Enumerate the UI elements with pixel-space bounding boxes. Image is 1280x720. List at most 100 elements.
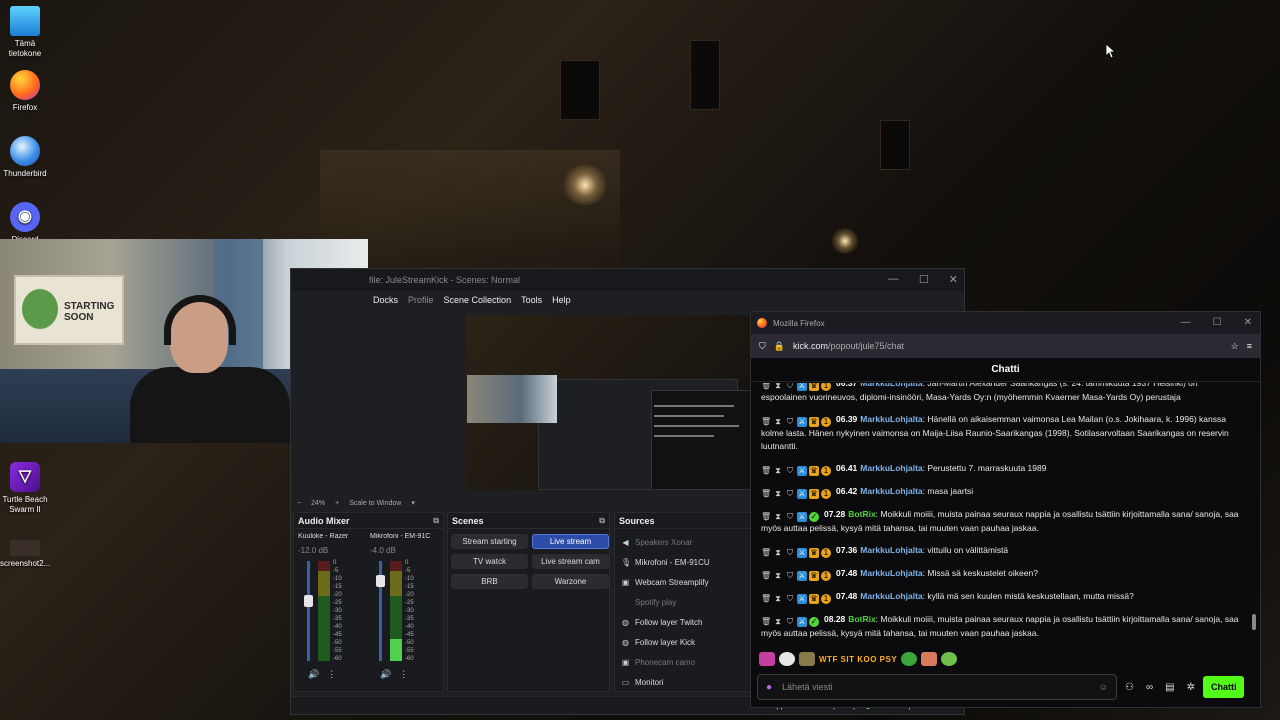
source-item[interactable]: ▭ Monitori <box>621 672 747 692</box>
trash-icon[interactable]: 🗑 <box>761 383 771 391</box>
chat-messages[interactable]: 🗑 ⧗ ⛉ ⚔ ♛ 1 06.37 MarkkuLohjalta: Jan-Martin Al… <box>751 383 1251 647</box>
bookmark-star-icon[interactable]: ☆ <box>1231 341 1239 352</box>
chat-message[interactable]: 🗑 ⧗ ⛉ ⚔ ♛ 1 07.36 MarkkuLohjalta: vittuilu on v… <box>761 544 1243 558</box>
desktop-icon-thunderbird[interactable]: Thunderbird <box>0 136 50 179</box>
close-icon[interactable]: ✕ <box>1244 317 1252 328</box>
emote-icon[interactable] <box>799 652 815 666</box>
store-icon[interactable]: ▤ <box>1165 682 1174 693</box>
shield-icon[interactable]: ⛉ <box>785 571 795 581</box>
message-username[interactable]: MarkkuLohjalta <box>860 591 922 601</box>
source-item[interactable]: Spotify play <box>621 592 747 612</box>
trash-icon[interactable]: 🗑 <box>761 489 771 499</box>
shield-icon[interactable]: ⛉ <box>759 341 766 352</box>
trash-icon[interactable]: 🗑 <box>761 466 771 476</box>
chat-scrollbar[interactable] <box>1252 614 1256 630</box>
chat-send-button[interactable]: Chatti <box>1202 676 1245 698</box>
chevron-down-icon[interactable]: ▾ <box>411 499 415 507</box>
hourglass-icon[interactable]: ⧗ <box>773 617 783 627</box>
lock-icon[interactable]: 🔒 <box>774 341 785 352</box>
more-options-icon[interactable]: ⋮ <box>399 669 408 680</box>
trash-icon[interactable]: 🗑 <box>761 571 771 581</box>
infinity-icon[interactable]: ∞ <box>1146 682 1153 693</box>
hourglass-icon[interactable]: ⧗ <box>773 383 783 391</box>
shield-icon[interactable]: ⛉ <box>785 617 795 627</box>
source-item[interactable]: ◍ Follow layer Twitch <box>621 612 747 632</box>
hourglass-icon[interactable]: ⧗ <box>773 594 783 604</box>
source-item[interactable]: ◍ Follow layer Kick <box>621 632 747 652</box>
message-username[interactable]: MarkkuLohjalta <box>860 383 922 388</box>
emote-icon[interactable] <box>901 652 918 666</box>
source-item[interactable]: 🎙 Mikrofoni - EM-91CU <box>621 552 747 572</box>
maximize-icon[interactable]: ☐ <box>919 273 929 286</box>
trash-icon[interactable]: 🗑 <box>761 417 771 427</box>
zoom-in-icon[interactable]: + <box>335 500 339 507</box>
message-username[interactable]: MarkkuLohjalta <box>860 568 922 578</box>
chat-message[interactable]: 🗑 ⧗ ⛉ ⚔ ♛ 1 06.39 MarkkuLohjalta: Hänellä on ai… <box>761 413 1243 453</box>
desktop-icon-screenshot[interactable]: screenshot2... <box>0 540 50 569</box>
desktop-icon-turtle-beach[interactable]: ▽ Turtle Beach Swarm II <box>0 462 50 515</box>
message-username[interactable]: MarkkuLohjalta <box>860 545 922 555</box>
obs-titlebar[interactable]: file: JuleStreamKick - Scenes: Normal — … <box>291 269 964 291</box>
emote-icon[interactable] <box>779 652 795 666</box>
message-username[interactable]: MarkkuLohjalta <box>860 414 922 424</box>
hourglass-icon[interactable]: ⧗ <box>773 466 783 476</box>
trash-icon[interactable]: 🗑 <box>761 512 771 522</box>
menu-docks[interactable]: Docks <box>373 295 398 305</box>
message-username[interactable]: MarkkuLohjalta <box>860 463 922 473</box>
shield-icon[interactable]: ⛉ <box>785 594 795 604</box>
popout-icon[interactable]: ⧉ <box>599 516 605 526</box>
more-options-icon[interactable]: ⋮ <box>327 669 336 680</box>
shield-icon[interactable]: ⛉ <box>785 466 795 476</box>
close-icon[interactable]: ✕ <box>949 273 958 286</box>
shield-icon[interactable]: ⛉ <box>785 383 795 391</box>
emote-icon[interactable] <box>941 652 958 666</box>
speaker-mute-icon[interactable]: 🔊 <box>380 669 391 680</box>
minimize-icon[interactable]: — <box>888 273 899 286</box>
trash-icon[interactable]: 🗑 <box>761 617 771 627</box>
speaker-mute-icon[interactable]: 🔊 <box>308 669 319 680</box>
popout-icon[interactable]: ⧉ <box>433 516 439 526</box>
shield-icon[interactable]: ⛉ <box>785 489 795 499</box>
source-item[interactable]: ▣ Phonecam camo <box>621 652 747 672</box>
scene-live-stream-cam[interactable]: Live stream cam <box>532 554 609 569</box>
chat-input[interactable]: ● Lähetä viesti ☺ <box>757 674 1117 700</box>
users-icon[interactable]: ⚇ <box>1125 682 1134 693</box>
emote-text[interactable]: WTF SIT KOO PSY <box>819 655 897 664</box>
chat-message[interactable]: 🗑 ⧗ ⛉ ⚔ ♛ 1 06.41 MarkkuLohjalta: Perustettu 7.… <box>761 462 1243 476</box>
chat-message[interactable]: 🗑 ⧗ ⛉ ⚔ ♛ 1 06.42 MarkkuLohjalta: masa jaartsi <box>761 485 1243 499</box>
hourglass-icon[interactable]: ⧗ <box>773 489 783 499</box>
source-item[interactable]: ◀ Speakers Xonar <box>621 532 747 552</box>
hourglass-icon[interactable]: ⧗ <box>773 548 783 558</box>
minimize-icon[interactable]: — <box>1181 317 1191 328</box>
volume-slider-handle[interactable] <box>376 575 385 587</box>
menu-profile[interactable]: Profile <box>408 295 434 305</box>
menu-help[interactable]: Help <box>552 295 571 305</box>
scene-live-stream[interactable]: Live stream <box>532 534 609 549</box>
hourglass-icon[interactable]: ⧗ <box>773 571 783 581</box>
desktop-icon-firefox[interactable]: Firefox <box>0 70 50 113</box>
hourglass-icon[interactable]: ⧗ <box>773 417 783 427</box>
volume-slider-track[interactable] <box>307 561 310 661</box>
volume-slider-handle[interactable] <box>304 595 313 607</box>
maximize-icon[interactable]: ☐ <box>1213 317 1222 328</box>
shield-icon[interactable]: ⛉ <box>785 417 795 427</box>
settings-icon[interactable]: ✲ <box>1187 682 1195 693</box>
chat-message[interactable]: 🗑 ⧗ ⛉ ⚔ ♛ 1 06.37 MarkkuLohjalta: Jan-Martin Al… <box>761 383 1243 404</box>
scene-brb[interactable]: BRB <box>451 574 528 589</box>
message-username[interactable]: MarkkuLohjalta <box>860 486 922 496</box>
menu-icon[interactable]: ≡ <box>1247 341 1252 351</box>
emote-icon[interactable] <box>921 652 938 666</box>
chat-message[interactable]: 🗑 ⧗ ⛉ ⚔ ✓ 08.28 BotRix: Moikkuli moiiii, muist… <box>761 613 1243 640</box>
emoji-icon[interactable]: ☺ <box>1099 682 1108 692</box>
firefox-titlebar[interactable]: Mozilla Firefox — ☐ ✕ <box>751 312 1260 334</box>
chat-message[interactable]: 🗑 ⧗ ⛉ ⚔ ✓ 07.28 BotRix: Moikkuli moiiii, muist… <box>761 508 1243 535</box>
chat-message[interactable]: 🗑 ⧗ ⛉ ⚔ ♛ 1 07.48 MarkkuLohjalta: kyllä mä sen … <box>761 590 1243 604</box>
zoom-out-icon[interactable]: − <box>297 500 301 507</box>
scene-tv-watck[interactable]: TV watck <box>451 554 528 569</box>
shield-icon[interactable]: ⛉ <box>785 548 795 558</box>
url-bar[interactable]: ⛉ 🔒 kick.com/popout/jule75/chat ☆ ≡ <box>751 334 1260 358</box>
microphone-icon[interactable]: ● <box>766 682 772 693</box>
menu-scene-collection[interactable]: Scene Collection <box>444 295 512 305</box>
scene-warzone[interactable]: Warzone <box>532 574 609 589</box>
hourglass-icon[interactable]: ⧗ <box>773 512 783 522</box>
